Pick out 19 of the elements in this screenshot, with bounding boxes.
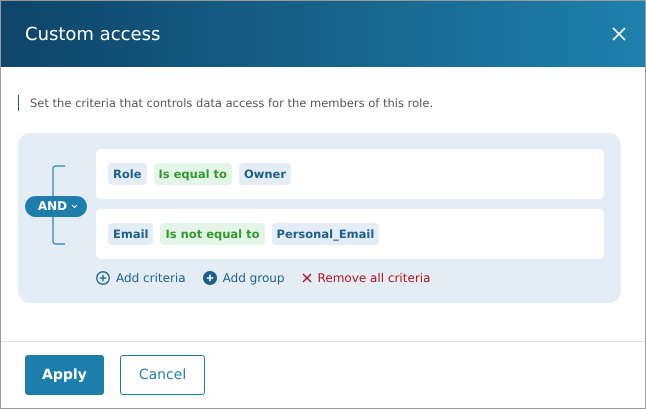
- apply-button[interactable]: Apply: [25, 355, 104, 395]
- remove-link[interactable]: Remove all criteria: [302, 271, 430, 285]
- close-icon: [302, 273, 312, 283]
- field-tag[interactable]: Email: [108, 223, 154, 245]
- add-group-link[interactable]: Add group: [202, 271, 285, 285]
- value-tag[interactable]: Owner: [238, 163, 292, 185]
- value-tag[interactable]: Personal_Email: [272, 223, 380, 245]
- dialog-title: Custom access: [25, 24, 160, 44]
- plus-circle-icon: [202, 271, 217, 285]
- operator-tag[interactable]: Is equal to: [154, 163, 232, 185]
- operator-dropdown[interactable]: AND: [25, 196, 87, 216]
- close-button[interactable]: [611, 26, 627, 42]
- plus-circle-icon: [96, 271, 110, 285]
- add-criteria-link[interactable]: Add criteria: [96, 271, 186, 285]
- field-tag[interactable]: Role: [108, 163, 146, 185]
- description-text: Set the criteria that controls data access for the members of this role.: [18, 95, 621, 111]
- chevron-down-icon: [71, 204, 78, 208]
- cancel-button[interactable]: Cancel: [120, 355, 206, 395]
- operator-tag[interactable]: Is not equal to: [160, 223, 265, 245]
